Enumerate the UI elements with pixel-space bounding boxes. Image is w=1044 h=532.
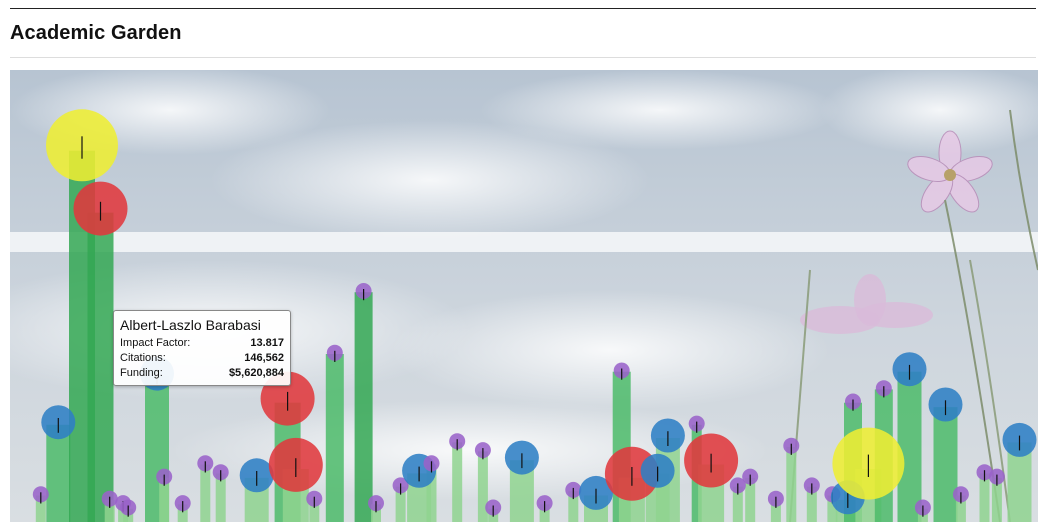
garden-svg: [10, 70, 1038, 522]
tooltip-value-citations: 146,562: [244, 352, 284, 364]
tooltip-value-impact: 13.817: [250, 337, 284, 349]
top-rule: [10, 8, 1036, 9]
flower-stem: [933, 407, 958, 522]
tooltip-label-impact: Impact Factor:: [120, 337, 191, 349]
flower-stem: [786, 446, 797, 522]
tooltip-row-citations: Citations: 146,562: [120, 351, 284, 366]
flower-stem: [452, 442, 463, 522]
garden-chart[interactable]: Albert-Laszlo Barabasi Impact Factor: 13…: [10, 70, 1038, 522]
flower-stem: [200, 464, 211, 522]
tooltip-row-funding: Funding: $5,620,884: [120, 366, 284, 381]
flower-stem: [46, 424, 71, 522]
flower-stem: [325, 354, 344, 522]
tooltip-label-funding: Funding:: [120, 367, 163, 379]
flower-stem: [354, 292, 373, 522]
flower-stem: [87, 212, 114, 522]
tooltip-value-funding: $5,620,884: [228, 367, 284, 379]
tooltip-name: Albert-Laszlo Barabasi: [120, 317, 261, 333]
tooltip-row-impact: Impact Factor: 13.817: [120, 336, 284, 351]
title-divider: [10, 57, 1036, 58]
flower-stem: [897, 371, 922, 522]
researcher-tooltip: Albert-Laszlo Barabasi Impact Factor: 13…: [113, 310, 291, 386]
page-title: Academic Garden: [10, 22, 182, 44]
tooltip-label-citations: Citations:: [120, 352, 166, 364]
